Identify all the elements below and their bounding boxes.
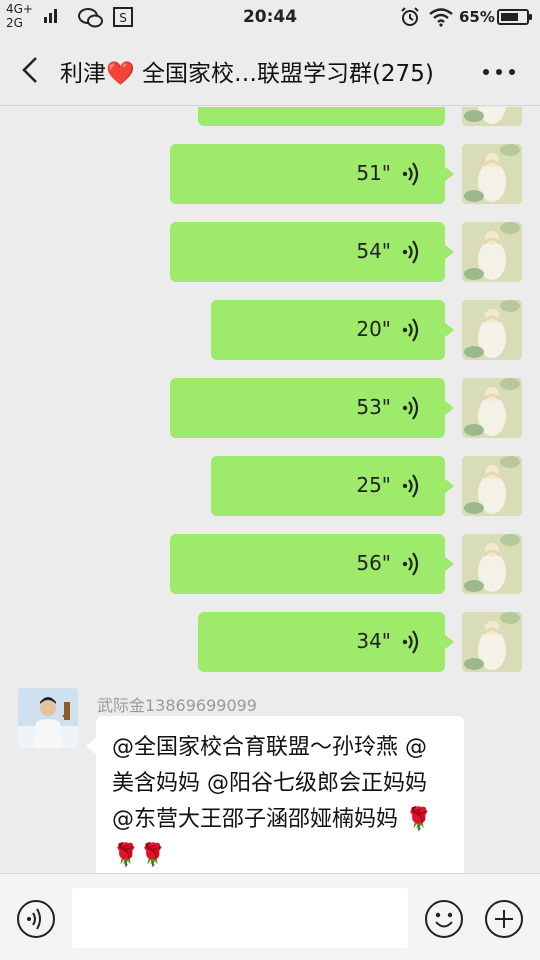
input-bar [0,873,540,960]
voice-message-bubble[interactable]: 34" [198,612,454,672]
voice-message-bubble[interactable]: 56" [170,534,454,594]
chat-title: 利津❤️ 全国家校…联盟学习群(275) [60,54,434,88]
more-options-icon[interactable] [482,68,516,76]
self-avatar[interactable] [462,144,522,204]
self-avatar[interactable] [462,300,522,360]
voice-message-bubble[interactable]: 54" [170,222,454,282]
title-prefix: 利津 [60,61,106,87]
sender-name: 武际金13869699099 [97,696,257,715]
alarm-icon [401,7,419,26]
voice-wave-icon [402,318,419,342]
voice-message-bubble[interactable]: 25" [211,456,454,516]
voice-duration: 25" [356,473,391,497]
voice-duration: 51" [356,161,391,185]
self-avatar[interactable] [462,534,522,594]
heart-icon: ❤️ [106,61,135,87]
message-input[interactable] [72,888,408,948]
self-avatar[interactable] [462,456,522,516]
voice-message-row: 20" [211,300,522,360]
voice-duration: 56" [356,551,391,575]
title-suffix: 全国家校…联盟学习群(275) [134,61,434,87]
voice-message-bubble[interactable]: 53" [170,378,454,438]
voice-wave-icon [402,162,419,186]
text-message-bubble[interactable]: @全国家校合育联盟～孙玲燕 @美含妈妈 @阳谷七级郎会正妈妈 @东营大王邵子涵邵… [86,716,464,873]
voice-duration: 34" [356,629,391,653]
voice-duration: 20" [356,317,391,341]
voice-wave-icon [402,552,419,576]
battery-icon [497,9,532,25]
status-bar: 4G+ 2G S 20:44 65% [0,0,540,34]
wifi-icon [429,8,453,27]
voice-message-bubble[interactable]: 51" [170,144,454,204]
chat-area[interactable]: 51" 54" 20" 53" 25" 56" 34" 武际金13869699099 @全国… [0,107,540,873]
self-avatar[interactable] [462,612,522,672]
voice-duration: 53" [356,395,391,419]
voice-wave-icon [402,396,419,420]
self-avatar[interactable] [462,222,522,282]
voice-message-row: 25" [211,456,522,516]
voice-wave-icon [402,240,419,264]
voice-input-icon[interactable] [16,899,56,939]
voice-message-row: 34" [198,612,522,672]
chat-header: 利津❤️ 全国家校…联盟学习群(275) [0,34,540,106]
voice-message-row: 53" [170,378,522,438]
message-text: @全国家校合育联盟～孙玲燕 @美含妈妈 @阳谷七级郎会正妈妈 @东营大王邵子涵邵… [112,735,427,832]
voice-wave-icon [402,630,419,654]
plus-icon[interactable] [484,899,524,939]
voice-wave-icon [402,474,419,498]
voice-bubble-partial[interactable] [198,107,445,126]
voice-duration: 54" [356,239,391,263]
back-arrow-icon[interactable] [16,54,46,86]
voice-message-row-partial [198,107,522,126]
voice-message-bubble[interactable]: 20" [211,300,454,360]
self-avatar[interactable] [462,107,522,126]
sender-avatar[interactable] [18,688,78,748]
voice-message-row: 56" [170,534,522,594]
voice-message-row: 54" [170,222,522,282]
emoji-icon[interactable] [424,899,464,939]
self-avatar[interactable] [462,378,522,438]
voice-message-row: 51" [170,144,522,204]
battery-percent: 65% [459,8,495,26]
